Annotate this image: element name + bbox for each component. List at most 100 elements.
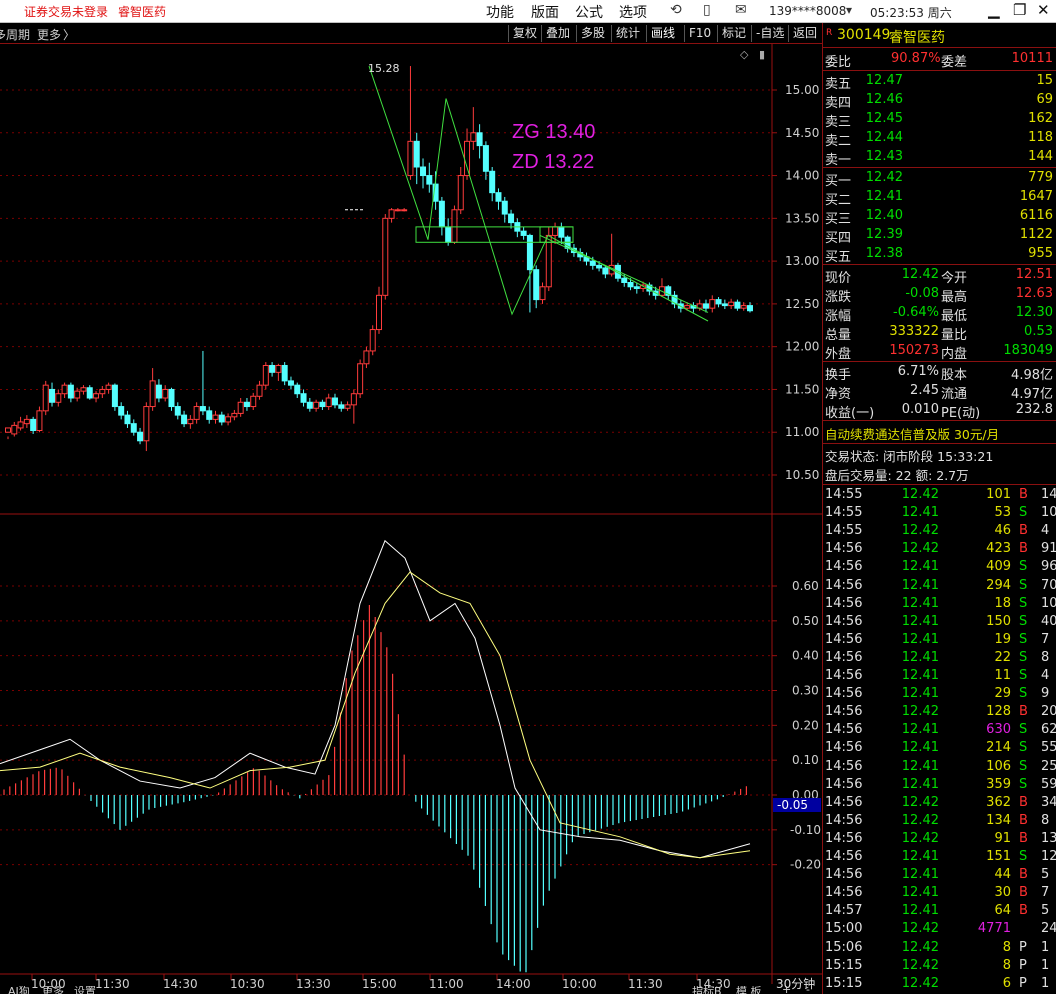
toolbar-drawline-button[interactable]: 画线 bbox=[646, 25, 679, 42]
ask-row[interactable]: 卖四 12.46 69 bbox=[823, 91, 1056, 111]
trade-login-status[interactable]: 证券交易未登录 bbox=[24, 3, 108, 20]
stat-row[interactable]: 外盘 150273 内盘 183049 bbox=[823, 342, 1056, 362]
tick-row[interactable]: 14:56 12.41 106 S 25 bbox=[823, 758, 1056, 777]
scroll-handle-icon[interactable]: ▮ bbox=[759, 48, 765, 61]
tick-row[interactable]: 15:15 12.42 8 P 1 bbox=[823, 957, 1056, 976]
refresh-icon[interactable]: ⟲ bbox=[670, 2, 682, 18]
toolbar-adjust-button[interactable]: 复权 bbox=[508, 25, 541, 42]
tick-row[interactable]: 14:55 12.42 46 B 4 bbox=[823, 522, 1056, 541]
ask-row[interactable]: 卖五 12.47 15 bbox=[823, 72, 1056, 92]
tick-volume: 18 bbox=[994, 595, 1011, 611]
fund-row[interactable]: 收益(一) 0.010 PE(动) 232.8 bbox=[823, 401, 1056, 421]
stat-value: 333322 bbox=[889, 324, 939, 339]
tick-price: 12.42 bbox=[901, 957, 939, 973]
mail-icon[interactable]: ✉ bbox=[735, 2, 747, 18]
tick-row[interactable]: 14:56 12.41 151 S 12 bbox=[823, 848, 1056, 867]
candle bbox=[552, 222, 559, 244]
menu-function[interactable]: 功能 bbox=[486, 2, 514, 22]
minimize-icon[interactable]: ▁ bbox=[988, 1, 1000, 19]
ask-row[interactable]: 卖二 12.44 118 bbox=[823, 129, 1056, 149]
candle bbox=[174, 402, 181, 420]
ask-row[interactable]: 卖三 12.45 162 bbox=[823, 110, 1056, 130]
multi-period-button[interactable]: 多周期 bbox=[0, 26, 30, 43]
fund-label: 净资 bbox=[825, 387, 852, 402]
bid-row[interactable]: 买五 12.38 955 bbox=[823, 245, 1056, 265]
fund-row[interactable]: 净资 2.45 流通 4.97亿 bbox=[823, 382, 1056, 402]
toolbar-back-button[interactable]: 返回 bbox=[788, 25, 821, 42]
tick-row[interactable]: 15:15 12.42 6 P 1 bbox=[823, 975, 1056, 994]
ask-row[interactable]: 卖一 12.43 144 bbox=[823, 148, 1056, 168]
tick-row[interactable]: 14:57 12.41 64 B 5 bbox=[823, 902, 1056, 921]
bid-row[interactable]: 买二 12.41 1647 bbox=[823, 188, 1056, 208]
tick-price: 12.41 bbox=[901, 577, 939, 593]
tick-row[interactable]: 14:56 12.41 359 S 59 bbox=[823, 776, 1056, 795]
candle-body bbox=[74, 390, 81, 399]
tick-row[interactable]: 14:56 12.41 30 B 7 bbox=[823, 884, 1056, 903]
candle bbox=[539, 282, 546, 304]
menu-layout[interactable]: 版面 bbox=[531, 2, 559, 22]
tick-row[interactable]: 15:06 12.42 8 P 1 bbox=[823, 939, 1056, 958]
stat-row[interactable]: 涨跌 -0.08 最高 12.63 bbox=[823, 285, 1056, 305]
tick-row[interactable]: 14:56 12.41 409 S 96 bbox=[823, 558, 1056, 577]
phone-icon[interactable]: ▯ bbox=[703, 2, 711, 18]
zoom-in-button[interactable]: + bbox=[782, 986, 791, 994]
candle-body bbox=[325, 397, 332, 408]
indicator-button[interactable]: 指标B bbox=[692, 986, 722, 994]
tab-more[interactable]: 更多 bbox=[42, 986, 64, 994]
bid-row[interactable]: 买三 12.40 6116 bbox=[823, 207, 1056, 227]
tick-row[interactable]: 14:55 12.41 53 S 10 bbox=[823, 504, 1056, 523]
more-button[interactable]: 更多 bbox=[37, 26, 61, 43]
tick-row[interactable]: 14:56 12.42 128 B 20 bbox=[823, 703, 1056, 722]
tick-row[interactable]: 14:56 12.41 29 S 9 bbox=[823, 685, 1056, 704]
toolbar-multistock-button[interactable]: 多股 bbox=[576, 25, 609, 42]
stat-row[interactable]: 现价 12.42 今开 12.51 bbox=[823, 266, 1056, 286]
tab-settings[interactable]: 设置 bbox=[74, 986, 96, 994]
menu-options[interactable]: 选项 bbox=[619, 2, 647, 22]
tick-row[interactable]: 14:56 12.42 91 B 13 bbox=[823, 830, 1056, 849]
tick-row[interactable]: 14:56 12.41 22 S 8 bbox=[823, 649, 1056, 668]
tick-row[interactable]: 15:00 12.42 4771 240 bbox=[823, 920, 1056, 939]
tick-time: 14:55 bbox=[825, 487, 863, 502]
chart-area[interactable]: 15.00 14.50 14.00 13.50 13.00 12.50 12.00 11.50… bbox=[0, 44, 822, 994]
tick-row[interactable]: 14:56 12.41 11 S 4 bbox=[823, 667, 1056, 686]
restore-icon[interactable]: ❐ bbox=[1013, 1, 1026, 19]
tick-row[interactable]: 14:56 12.42 423 B 91 bbox=[823, 540, 1056, 559]
account-id[interactable]: 139****8008 bbox=[769, 4, 846, 18]
fund-row[interactable]: 换手 6.71% 股本 4.98亿 bbox=[823, 363, 1056, 383]
candle bbox=[445, 218, 452, 246]
stat-row[interactable]: 涨幅 -0.64% 最低 12.30 bbox=[823, 304, 1056, 324]
tick-row[interactable]: 14:56 12.42 362 B 34 bbox=[823, 794, 1056, 813]
toolbar-overlay-button[interactable]: 叠加 bbox=[541, 25, 574, 42]
toolbar-mark-button[interactable]: 标记 bbox=[717, 25, 750, 42]
tick-row[interactable]: 14:55 12.42 101 B 14 bbox=[823, 486, 1056, 505]
chevron-down-icon[interactable]: ▾ bbox=[846, 3, 852, 17]
bid-row[interactable]: 买四 12.39 1122 bbox=[823, 226, 1056, 246]
tick-row[interactable]: 14:56 12.41 150 S 40 bbox=[823, 613, 1056, 632]
bid-label: 买二 bbox=[825, 193, 852, 208]
diamond-icon[interactable]: ◇ bbox=[740, 48, 749, 61]
tick-count: 25 bbox=[1041, 758, 1056, 774]
close-icon[interactable]: ✕ bbox=[1037, 1, 1050, 19]
tick-row[interactable]: 14:56 12.41 294 S 70 bbox=[823, 577, 1056, 596]
tick-side: S bbox=[1019, 613, 1028, 629]
toolbar-f10-button[interactable]: F10 bbox=[684, 25, 715, 42]
template-button[interactable]: 模 板 bbox=[736, 986, 762, 994]
candle bbox=[281, 362, 288, 386]
tick-row[interactable]: 14:56 12.41 630 S 62 bbox=[823, 721, 1056, 740]
tick-price: 12.42 bbox=[901, 830, 939, 846]
tick-row[interactable]: 14:56 12.41 19 S 7 bbox=[823, 631, 1056, 650]
tick-row[interactable]: 14:56 12.41 214 S 55 bbox=[823, 739, 1056, 758]
title-bar: 证券交易未登录 睿智医药 功能 版面 公式 选项 ⟲ ▯ ✉ 139****80… bbox=[0, 0, 1056, 23]
toolbar-watchlist-button[interactable]: -自选 bbox=[751, 25, 788, 42]
tab-ai[interactable]: AI狗 bbox=[8, 986, 30, 994]
stat-row[interactable]: 总量 333322 量比 0.53 bbox=[823, 323, 1056, 343]
tick-price: 12.41 bbox=[901, 559, 939, 575]
candle bbox=[382, 214, 389, 300]
toolbar-stats-button[interactable]: 统计 bbox=[611, 25, 644, 42]
zoom-out-button[interactable]: - bbox=[806, 986, 810, 994]
tick-row[interactable]: 14:56 12.42 134 B 8 bbox=[823, 812, 1056, 831]
menu-formula[interactable]: 公式 bbox=[575, 2, 603, 22]
bid-row[interactable]: 买一 12.42 779 bbox=[823, 169, 1056, 189]
tick-row[interactable]: 14:56 12.41 44 B 5 bbox=[823, 866, 1056, 885]
tick-row[interactable]: 14:56 12.41 18 S 10 bbox=[823, 595, 1056, 614]
